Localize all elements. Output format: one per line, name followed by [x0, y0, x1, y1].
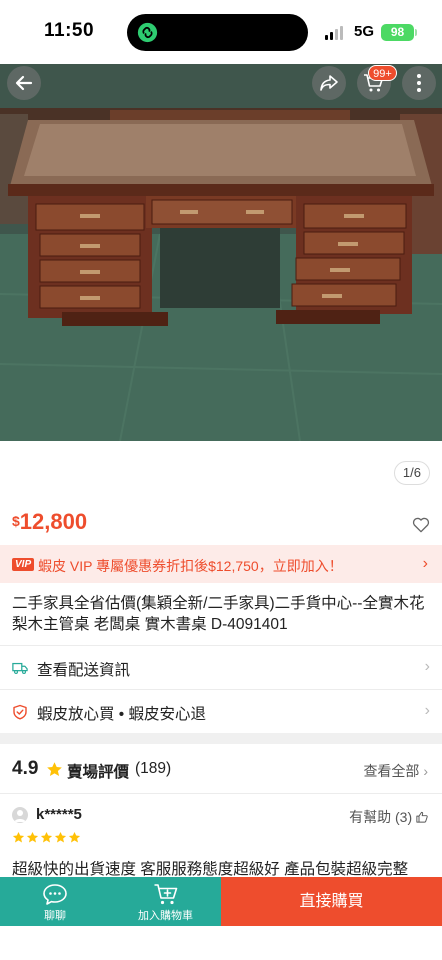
rating-label: 賣場評價: [67, 764, 130, 781]
review-text: 超級快的出貨速度 客服服務態度超級好 產品包裝超級完整: [12, 861, 409, 878]
star-icon: [26, 831, 39, 843]
reviewer-name: k*****5: [36, 806, 82, 823]
chevron-right-icon: ›: [424, 658, 430, 675]
gallery-pager: 1/6: [0, 441, 442, 503]
star-icon: [47, 762, 62, 776]
chevron-right-icon: ›: [423, 763, 428, 779]
desk-photo: [0, 64, 442, 441]
image-counter: 1/6: [393, 461, 430, 485]
product-image[interactable]: [0, 64, 442, 441]
shop-rating-row: 4.9 賣場評價 (189) 查看全部 ›: [0, 744, 442, 794]
star-icon: [12, 831, 25, 843]
rating-score: 4.9: [12, 758, 39, 779]
product-title-block: 二手家具全省估價(集穎全新/二手家具)二手貨中心--全實木花梨木主管桌 老闆桌 …: [0, 583, 442, 645]
share-button[interactable]: [312, 66, 346, 100]
status-time: 11:50: [44, 20, 95, 41]
more-vertical-icon: [417, 74, 421, 92]
star-icon: [68, 831, 81, 843]
user-icon: [14, 810, 26, 822]
review-item: k*****5 有幫助 (3) 超級快的出貨速度 客服服務態度超級好 產品包裝超…: [0, 794, 442, 884]
review-stars: [12, 831, 81, 844]
shipping-label: 查看配送資訊: [37, 662, 131, 679]
back-button[interactable]: [7, 66, 41, 100]
avatar: [12, 807, 28, 823]
cart-badge: 99+: [368, 65, 397, 81]
shield-check-icon: [13, 704, 27, 720]
heart-icon[interactable]: [412, 517, 430, 533]
product-title: 二手家具全省估價(集穎全新/二手家具)二手貨中心--全實木花梨木主管桌 老闆桌 …: [12, 595, 425, 633]
add-to-cart-label: 加入購物車: [138, 910, 193, 922]
helpful-label: 有幫助 (3): [349, 809, 413, 825]
vip-badge: VIP: [12, 558, 35, 571]
helpful-button[interactable]: 有幫助 (3): [349, 807, 428, 827]
guarantee-label: 蝦皮放心買 • 蝦皮安心退: [37, 706, 207, 723]
see-all-link[interactable]: 查看全部 ›: [363, 761, 428, 781]
shipping-info-row[interactable]: 查看配送資訊 ›: [0, 645, 442, 689]
vip-text: 蝦皮 VIP 專屬優惠券折扣後$12,750，立即加入！: [38, 558, 343, 574]
chat-button[interactable]: 聊聊: [0, 877, 110, 926]
price-row: $12,800: [0, 503, 442, 545]
network-type: 5G: [354, 23, 375, 40]
star-icon: [40, 831, 53, 843]
arrow-left-icon: [15, 75, 33, 91]
section-divider: [0, 733, 442, 744]
buy-now-button[interactable]: 直接購買: [221, 877, 442, 926]
chevron-right-icon: ›: [424, 702, 430, 719]
bottom-action-bar: 聊聊 加入購物車 直接購買: [0, 877, 442, 926]
link-icon: [137, 22, 158, 43]
rating-count: (189): [135, 760, 172, 777]
truck-icon: [12, 662, 28, 674]
battery-icon: 98: [381, 24, 414, 41]
add-to-cart-button[interactable]: 加入購物車: [110, 877, 221, 926]
share-icon: [320, 75, 338, 91]
price: $12,800: [12, 509, 87, 535]
thumbs-up-icon: [416, 811, 428, 823]
home-indicator-area: [0, 926, 442, 960]
more-button[interactable]: [402, 66, 436, 100]
chat-label: 聊聊: [44, 910, 66, 922]
dynamic-island: [127, 14, 308, 51]
signal-icon: [325, 26, 343, 40]
price-currency: $: [12, 513, 20, 529]
star-icon: [54, 831, 67, 843]
vip-banner[interactable]: VIP 蝦皮 VIP 專屬優惠券折扣後$12,750，立即加入！ ›: [0, 545, 442, 583]
chat-icon: [43, 884, 67, 905]
price-value: 12,800: [19, 509, 88, 534]
see-all-label: 查看全部: [363, 763, 420, 779]
status-bar: 11:50 5G 98: [0, 0, 442, 64]
chevron-right-icon: ›: [422, 555, 428, 572]
add-to-cart-icon: [154, 884, 177, 905]
guarantee-row[interactable]: 蝦皮放心買 • 蝦皮安心退 ›: [0, 689, 442, 733]
